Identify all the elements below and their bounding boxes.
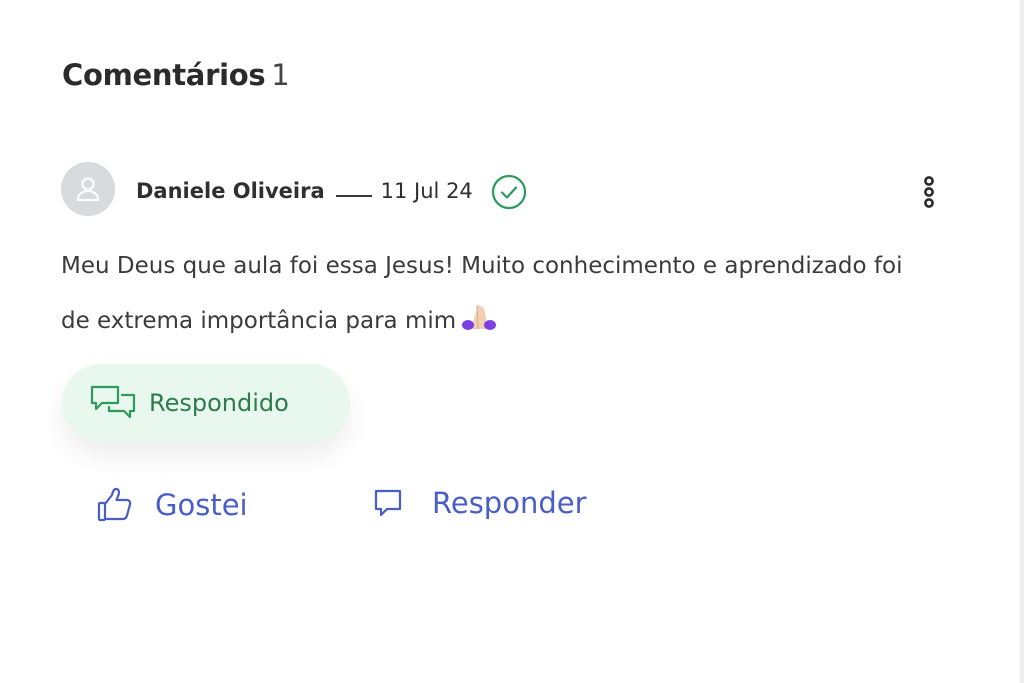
like-button-label: Gostei	[155, 488, 248, 522]
comments-header: Comentários 1	[62, 58, 290, 92]
comment-icon	[373, 488, 403, 518]
chat-bubbles-icon	[89, 383, 137, 423]
avatar	[61, 162, 115, 216]
comment-body: Meu Deus que aula foi essa Jesus! Muito …	[61, 239, 911, 353]
reply-button[interactable]: Responder	[373, 486, 587, 520]
user-icon	[73, 174, 103, 204]
reply-button-label: Responder	[432, 486, 587, 520]
like-button[interactable]: Gostei	[97, 486, 248, 524]
scrollbar-track	[1020, 0, 1024, 683]
praying-hands-emoji	[458, 298, 498, 353]
comments-count: 1	[271, 58, 290, 92]
separator-dash	[335, 195, 372, 197]
comments-title: Comentários	[62, 58, 266, 92]
comment-meta: Daniele Oliveira 11 Jul 24	[136, 172, 527, 210]
check-circle-icon	[491, 174, 527, 210]
comment-options-button[interactable]	[912, 172, 946, 212]
comment-author: Daniele Oliveira	[136, 179, 325, 203]
thumbs-up-icon	[97, 486, 135, 524]
more-vertical-icon	[922, 175, 936, 209]
comment-date: 11 Jul 24	[380, 179, 473, 203]
status-badge: Respondido	[62, 364, 350, 442]
status-badge-label: Respondido	[149, 389, 289, 417]
